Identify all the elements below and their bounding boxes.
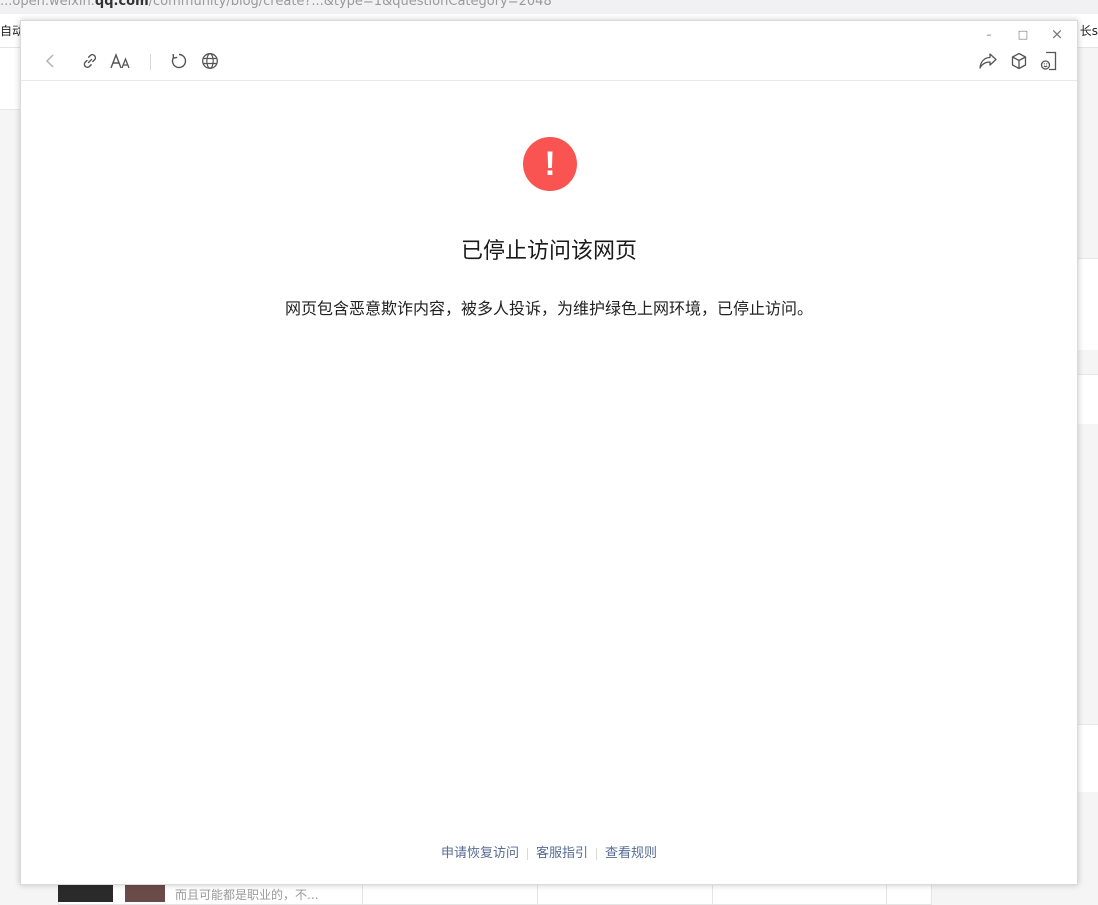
toolbar <box>21 43 1077 81</box>
footer-divider <box>526 847 528 860</box>
background-divider <box>362 884 363 905</box>
globe-icon[interactable] <box>198 49 222 73</box>
request-restore-link[interactable]: 申请恢复访问 <box>441 846 519 861</box>
window-controls: – □ × <box>979 25 1067 43</box>
warning-icon: ! <box>523 137 577 191</box>
cube-icon[interactable] <box>1007 49 1031 73</box>
toolbar-divider <box>150 54 151 70</box>
background-thumbnail <box>58 884 113 902</box>
background-card <box>1078 374 1098 424</box>
footer-divider <box>596 847 597 860</box>
bookmark-item[interactable]: 长s <box>1080 22 1098 39</box>
background-card <box>1078 258 1098 350</box>
close-button[interactable]: × <box>1047 25 1067 43</box>
font-size-icon[interactable] <box>109 49 133 73</box>
customer-service-link[interactable]: 客服指引 <box>536 846 588 861</box>
footer-links: 申请恢复访问 客服指引 查看规则 <box>21 842 1077 861</box>
background-divider <box>886 884 887 905</box>
popup-window: – □ × ! 已停止访问该网页 网页包含恶意欺诈内容，被多人投诉，为维护绿色上… <box>20 20 1078 885</box>
minimize-button[interactable]: – <box>979 27 999 41</box>
address-bar[interactable]: ...open.weixin.qq.com/community/blog/cre… <box>0 0 1098 14</box>
background-divider <box>712 884 713 905</box>
back-icon[interactable] <box>38 49 62 73</box>
background-snippet: 而且可能都是职业的，不... <box>175 888 319 902</box>
background-divider <box>537 884 538 905</box>
share-icon[interactable] <box>976 49 1000 73</box>
maximize-button[interactable]: □ <box>1013 27 1033 41</box>
background-header-strip <box>0 48 20 110</box>
background-card <box>1078 724 1098 792</box>
mini-program-icon[interactable] <box>1037 49 1061 73</box>
link-icon[interactable] <box>78 49 102 73</box>
blocked-page: ! 已停止访问该网页 网页包含恶意欺诈内容，被多人投诉，为维护绿色上网环境，已停… <box>21 81 1077 886</box>
address-text: ...open.weixin.qq.com/community/blog/cre… <box>0 0 552 9</box>
block-message: 网页包含恶意欺诈内容，被多人投诉，为维护绿色上网环境，已停止访问。 <box>284 299 813 318</box>
background-thumbnail <box>125 884 165 902</box>
page-title: 已停止访问该网页 <box>460 239 637 264</box>
refresh-icon[interactable] <box>167 49 191 73</box>
view-rules-link[interactable]: 查看规则 <box>605 846 657 861</box>
